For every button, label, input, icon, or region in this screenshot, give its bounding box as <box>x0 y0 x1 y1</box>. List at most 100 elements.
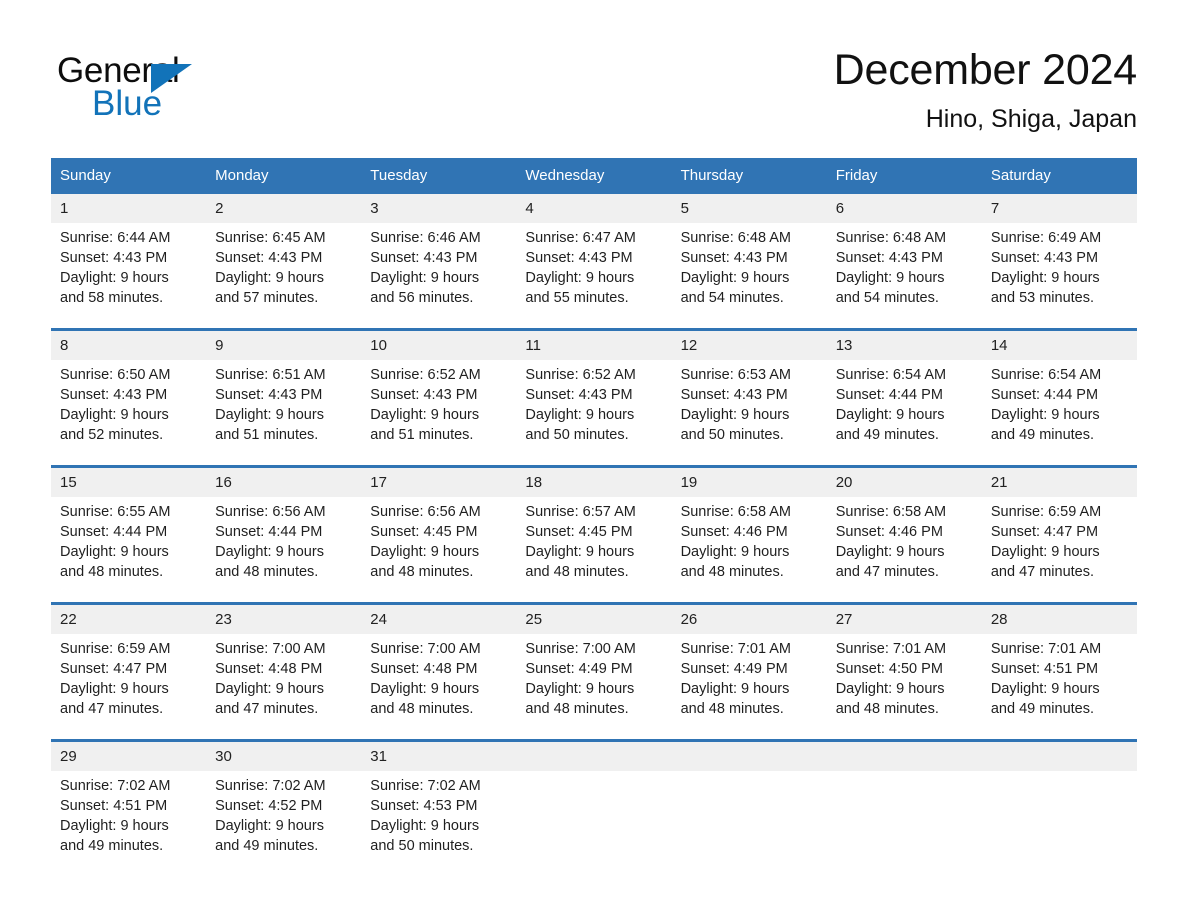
calendar-day-number[interactable]: 21 <box>981 465 1137 497</box>
calendar-day-cell[interactable]: Sunrise: 6:59 AM Sunset: 4:47 PM Daylight:… <box>51 634 207 741</box>
weekday-header-saturday: Saturday <box>981 158 1137 194</box>
sunrise-time: Sunrise: 6:48 AM <box>680 230 791 246</box>
calendar-day-cell[interactable]: Sunrise: 6:56 AM Sunset: 4:44 PM Daylight:… <box>206 497 362 604</box>
sunrise-time: Sunrise: 6:45 AM <box>215 230 326 246</box>
daylight-duration-line2: and 48 minutes. <box>525 563 629 580</box>
calendar-week-details: Sunrise: 7:02 AM Sunset: 4:51 PM Daylight:… <box>51 771 1137 876</box>
calendar-empty-cell <box>981 771 1137 876</box>
calendar-day-cell[interactable]: Sunrise: 7:02 AM Sunset: 4:53 PM Daylight:… <box>361 771 517 876</box>
calendar-day-cell[interactable]: Sunrise: 6:45 AM Sunset: 4:43 PM Daylight:… <box>206 223 362 330</box>
calendar-day-number[interactable]: 3 <box>361 194 517 223</box>
sunset-time: Sunset: 4:44 PM <box>215 523 323 540</box>
daylight-duration-line2: and 50 minutes. <box>370 837 474 854</box>
calendar-day-number[interactable]: 14 <box>981 328 1137 360</box>
daylight-duration-line1: Daylight: 9 hours <box>370 817 480 834</box>
calendar-day-cell[interactable]: Sunrise: 6:52 AM Sunset: 4:43 PM Daylight:… <box>516 360 672 467</box>
calendar-day-cell[interactable]: Sunrise: 7:02 AM Sunset: 4:51 PM Daylight:… <box>51 771 207 876</box>
sunrise-time: Sunrise: 7:02 AM <box>370 778 481 794</box>
calendar-day-cell[interactable]: Sunrise: 6:57 AM Sunset: 4:45 PM Daylight:… <box>516 497 672 604</box>
daylight-duration-line1: Daylight: 9 hours <box>990 269 1100 286</box>
calendar-day-number[interactable]: 18 <box>516 465 672 497</box>
daylight-duration-line2: and 48 minutes. <box>370 563 474 580</box>
calendar-day-number[interactable]: 1 <box>51 194 207 223</box>
calendar-day-cell[interactable]: Sunrise: 7:00 AM Sunset: 4:48 PM Daylight:… <box>206 634 362 741</box>
calendar-day-cell[interactable]: Sunrise: 7:00 AM Sunset: 4:49 PM Daylight:… <box>516 634 672 741</box>
calendar-day-number[interactable]: 19 <box>671 465 827 497</box>
calendar-day-cell[interactable]: Sunrise: 6:55 AM Sunset: 4:44 PM Daylight:… <box>51 497 207 604</box>
calendar-day-cell[interactable]: Sunrise: 6:56 AM Sunset: 4:45 PM Daylight:… <box>361 497 517 604</box>
calendar-day-cell[interactable]: Sunrise: 6:46 AM Sunset: 4:43 PM Daylight:… <box>361 223 517 330</box>
calendar-day-number[interactable]: 20 <box>826 465 982 497</box>
daylight-duration-line2: and 53 minutes. <box>990 289 1095 306</box>
calendar-day-number[interactable]: 9 <box>206 328 362 360</box>
sunset-time: Sunset: 4:48 PM <box>215 660 323 677</box>
calendar-day-number[interactable]: 25 <box>516 602 672 634</box>
calendar-day-number[interactable]: 16 <box>206 465 362 497</box>
sunset-time: Sunset: 4:49 PM <box>525 660 633 677</box>
daylight-duration-line1: Daylight: 9 hours <box>60 680 169 697</box>
sunset-time: Sunset: 4:43 PM <box>215 386 323 403</box>
sunrise-time: Sunrise: 6:49 AM <box>990 230 1102 246</box>
sunrise-time: Sunrise: 7:01 AM <box>680 641 791 657</box>
daylight-duration-line1: Daylight: 9 hours <box>990 680 1100 697</box>
calendar-day-cell[interactable]: Sunrise: 6:48 AM Sunset: 4:43 PM Daylight:… <box>826 223 982 330</box>
calendar-week-daynumbers: 8 9 10 11 12 13 14 <box>51 328 1137 360</box>
calendar-day-number[interactable]: 10 <box>361 328 517 360</box>
calendar-day-cell[interactable]: Sunrise: 7:01 AM Sunset: 4:50 PM Daylight:… <box>826 634 982 741</box>
calendar-week-daynumbers: 29 30 31 <box>51 739 1137 771</box>
calendar-day-cell[interactable]: Sunrise: 6:54 AM Sunset: 4:44 PM Daylight:… <box>981 360 1137 467</box>
calendar-day-number[interactable]: 30 <box>206 739 362 771</box>
daylight-duration-line2: and 55 minutes. <box>525 289 629 306</box>
calendar-day-cell[interactable]: Sunrise: 7:01 AM Sunset: 4:49 PM Daylight:… <box>671 634 827 741</box>
calendar-day-number[interactable]: 27 <box>826 602 982 634</box>
weekday-header-sunday: Sunday <box>51 158 207 194</box>
sunset-time: Sunset: 4:52 PM <box>215 797 323 814</box>
calendar-day-cell[interactable]: Sunrise: 7:02 AM Sunset: 4:52 PM Daylight:… <box>206 771 362 876</box>
calendar-day-number[interactable]: 5 <box>671 194 827 223</box>
calendar-day-cell[interactable]: Sunrise: 6:58 AM Sunset: 4:46 PM Daylight:… <box>671 497 827 604</box>
calendar-day-number[interactable]: 7 <box>981 194 1137 223</box>
calendar-day-cell[interactable]: Sunrise: 7:00 AM Sunset: 4:48 PM Daylight:… <box>361 634 517 741</box>
calendar-day-number[interactable]: 28 <box>981 602 1137 634</box>
calendar-day-number[interactable]: 23 <box>206 602 362 634</box>
sunrise-time: Sunrise: 6:44 AM <box>60 230 171 246</box>
calendar-day-cell[interactable]: Sunrise: 6:53 AM Sunset: 4:43 PM Daylight:… <box>671 360 827 467</box>
calendar-day-cell[interactable]: Sunrise: 6:50 AM Sunset: 4:43 PM Daylight:… <box>51 360 207 467</box>
calendar-day-number[interactable]: 13 <box>826 328 982 360</box>
sunset-time: Sunset: 4:51 PM <box>60 797 168 814</box>
daylight-duration-line1: Daylight: 9 hours <box>835 406 945 423</box>
calendar-day-number[interactable]: 12 <box>671 328 827 360</box>
calendar-day-number[interactable]: 2 <box>206 194 362 223</box>
sunrise-time: Sunrise: 6:51 AM <box>215 367 326 383</box>
calendar-day-number[interactable]: 11 <box>516 328 672 360</box>
calendar-empty-day-number <box>671 739 827 771</box>
calendar-day-cell[interactable]: Sunrise: 6:54 AM Sunset: 4:44 PM Daylight:… <box>826 360 982 467</box>
calendar-day-cell[interactable]: Sunrise: 6:51 AM Sunset: 4:43 PM Daylight:… <box>206 360 362 467</box>
calendar-day-cell[interactable]: Sunrise: 6:47 AM Sunset: 4:43 PM Daylight:… <box>516 223 672 330</box>
calendar-day-number[interactable]: 22 <box>51 602 207 634</box>
sunrise-time: Sunrise: 6:58 AM <box>680 504 791 520</box>
calendar-day-number[interactable]: 6 <box>826 194 982 223</box>
calendar-day-number[interactable]: 29 <box>51 739 207 771</box>
sunset-time: Sunset: 4:51 PM <box>990 660 1099 677</box>
calendar-day-cell[interactable]: Sunrise: 6:59 AM Sunset: 4:47 PM Daylight:… <box>981 497 1137 604</box>
calendar-day-number[interactable]: 17 <box>361 465 517 497</box>
calendar-day-number[interactable]: 31 <box>361 739 517 771</box>
daylight-duration-line1: Daylight: 9 hours <box>835 269 945 286</box>
calendar-day-number[interactable]: 15 <box>51 465 207 497</box>
daylight-duration-line2: and 47 minutes. <box>215 700 319 717</box>
generalblue-logo[interactable]: General Blue <box>57 52 317 126</box>
calendar-day-number[interactable]: 24 <box>361 602 517 634</box>
calendar-day-cell[interactable]: Sunrise: 6:48 AM Sunset: 4:43 PM Daylight:… <box>671 223 827 330</box>
daylight-duration-line2: and 48 minutes. <box>60 563 164 580</box>
calendar-day-number[interactable]: 4 <box>516 194 672 223</box>
calendar-day-number[interactable]: 26 <box>671 602 827 634</box>
calendar-day-number[interactable]: 8 <box>51 328 207 360</box>
daylight-duration-line1: Daylight: 9 hours <box>215 543 324 560</box>
calendar-day-cell[interactable]: Sunrise: 6:44 AM Sunset: 4:43 PM Daylight:… <box>51 223 207 330</box>
calendar-day-cell[interactable]: Sunrise: 6:49 AM Sunset: 4:43 PM Daylight:… <box>981 223 1137 330</box>
sunrise-time: Sunrise: 6:54 AM <box>990 367 1102 383</box>
calendar-day-cell[interactable]: Sunrise: 7:01 AM Sunset: 4:51 PM Daylight:… <box>981 634 1137 741</box>
calendar-day-cell[interactable]: Sunrise: 6:58 AM Sunset: 4:46 PM Daylight:… <box>826 497 982 604</box>
calendar-day-cell[interactable]: Sunrise: 6:52 AM Sunset: 4:43 PM Daylight:… <box>361 360 517 467</box>
